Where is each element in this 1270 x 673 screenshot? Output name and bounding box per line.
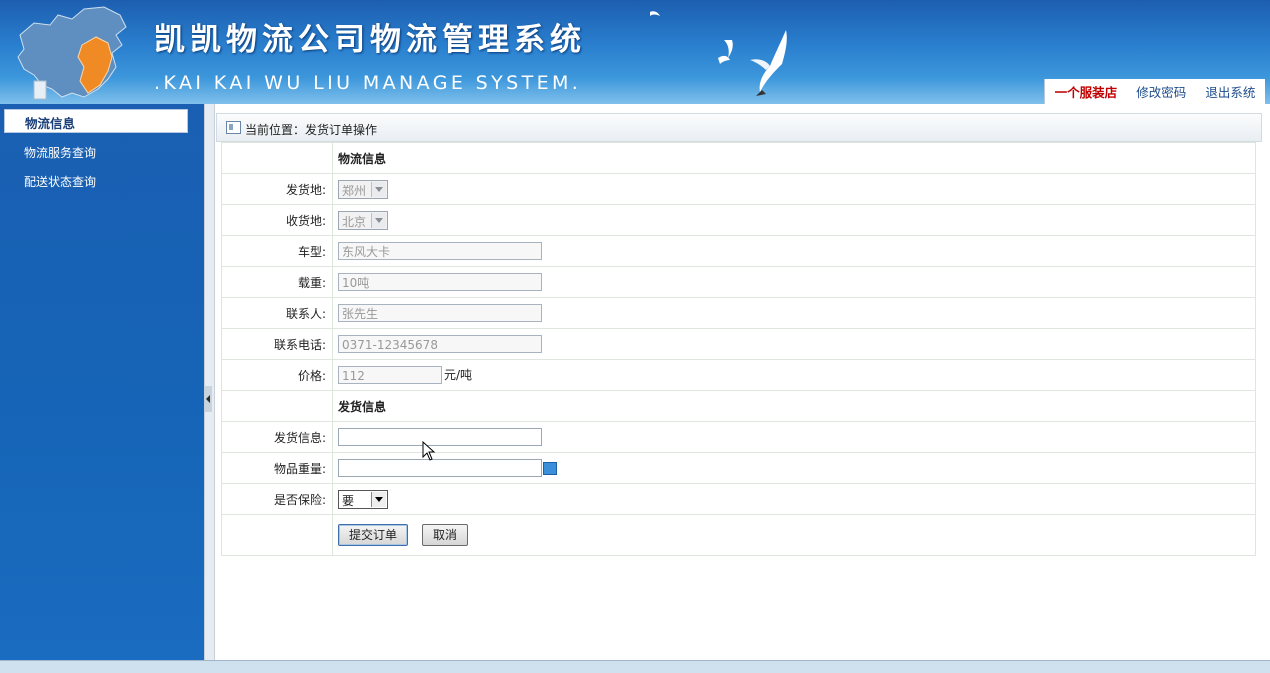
price-label: 价格: xyxy=(221,359,333,391)
load-label: 载重: xyxy=(221,266,333,298)
destination-select: 北京 xyxy=(338,210,388,230)
system-subtitle: .KAI KAI WU LIU MANAGE SYSTEM. xyxy=(154,72,582,94)
origin-label: 发货地: xyxy=(221,173,333,205)
shipping-info-label: 发货信息: xyxy=(221,421,333,453)
destination-label: 收货地: xyxy=(221,204,333,236)
price-unit: 元/吨 xyxy=(444,367,473,382)
item-weight-input[interactable] xyxy=(338,459,542,477)
vehicle-type-label: 车型: xyxy=(221,235,333,267)
contact-label: 联系人: xyxy=(221,297,333,329)
contact-field: 张先生 xyxy=(338,304,542,322)
price-field: 112 xyxy=(338,366,442,385)
submit-order-button[interactable]: 提交订单 xyxy=(338,524,409,546)
sidebar-item-delivery-status[interactable]: 配送状态查询 xyxy=(24,173,96,190)
origin-select: 郑州 xyxy=(338,179,388,199)
cancel-button[interactable]: 取消 xyxy=(422,524,469,546)
sidebar-heading-label: 物流信息 xyxy=(25,116,76,131)
phone-label: 联系电话: xyxy=(221,328,333,360)
logout-link[interactable]: 退出系统 xyxy=(1205,82,1255,101)
page-icon xyxy=(226,121,241,134)
header-banner: 凯凯物流公司物流管理系统 .KAI KAI WU LIU MANAGE SYST… xyxy=(0,0,1270,104)
insurance-label: 是否保险: xyxy=(221,483,333,515)
section-logistics-heading: 物流信息 xyxy=(332,142,1256,174)
chevron-down-icon xyxy=(371,181,386,197)
change-password-link[interactable]: 修改密码 xyxy=(1136,82,1186,101)
breadcrumb: 当前位置：发货订单操作 xyxy=(216,113,1262,142)
origin-value: 郑州 xyxy=(342,183,367,198)
shipping-info-input[interactable] xyxy=(338,428,542,446)
current-user-link[interactable]: 一个服装店 xyxy=(1055,82,1118,101)
panel-splitter[interactable] xyxy=(204,104,215,660)
mouse-cursor-icon xyxy=(422,441,436,461)
collapse-arrow-icon[interactable] xyxy=(205,386,212,412)
insurance-value: 要 xyxy=(342,493,355,508)
sidebar-item-logistics-query[interactable]: 物流服务查询 xyxy=(24,144,96,161)
sidebar-heading[interactable]: 物流信息 xyxy=(4,109,188,133)
top-nav: 一个服装店 修改密码 退出系统 xyxy=(1044,79,1265,104)
seagull-decoration xyxy=(650,11,787,96)
load-field: 10吨 xyxy=(338,273,542,291)
phone-field: 0371-12345678 xyxy=(338,335,542,353)
chevron-down-icon[interactable] xyxy=(371,491,386,507)
chevron-down-icon xyxy=(371,212,386,228)
insurance-select[interactable]: 要 xyxy=(338,489,388,509)
vehicle-type-field: 东风大卡 xyxy=(338,242,542,260)
shipping-order-form: 物流信息 发货地: 郑州 收货地: 北京 车型: 东风大卡 载重: 10吨 联系… xyxy=(221,142,1256,556)
breadcrumb-text: 当前位置：发货订单操作 xyxy=(245,123,378,137)
system-title: 凯凯物流公司物流管理系统 xyxy=(154,22,586,58)
item-weight-label: 物品重量: xyxy=(221,452,333,484)
taskbar xyxy=(0,660,1270,673)
sidebar: 物流信息 物流服务查询 配送状态查询 xyxy=(0,104,204,660)
destination-value: 北京 xyxy=(342,214,367,229)
china-map-logo xyxy=(17,6,127,100)
calculator-icon[interactable] xyxy=(543,461,557,475)
section-shipping-heading: 发货信息 xyxy=(332,390,1256,422)
